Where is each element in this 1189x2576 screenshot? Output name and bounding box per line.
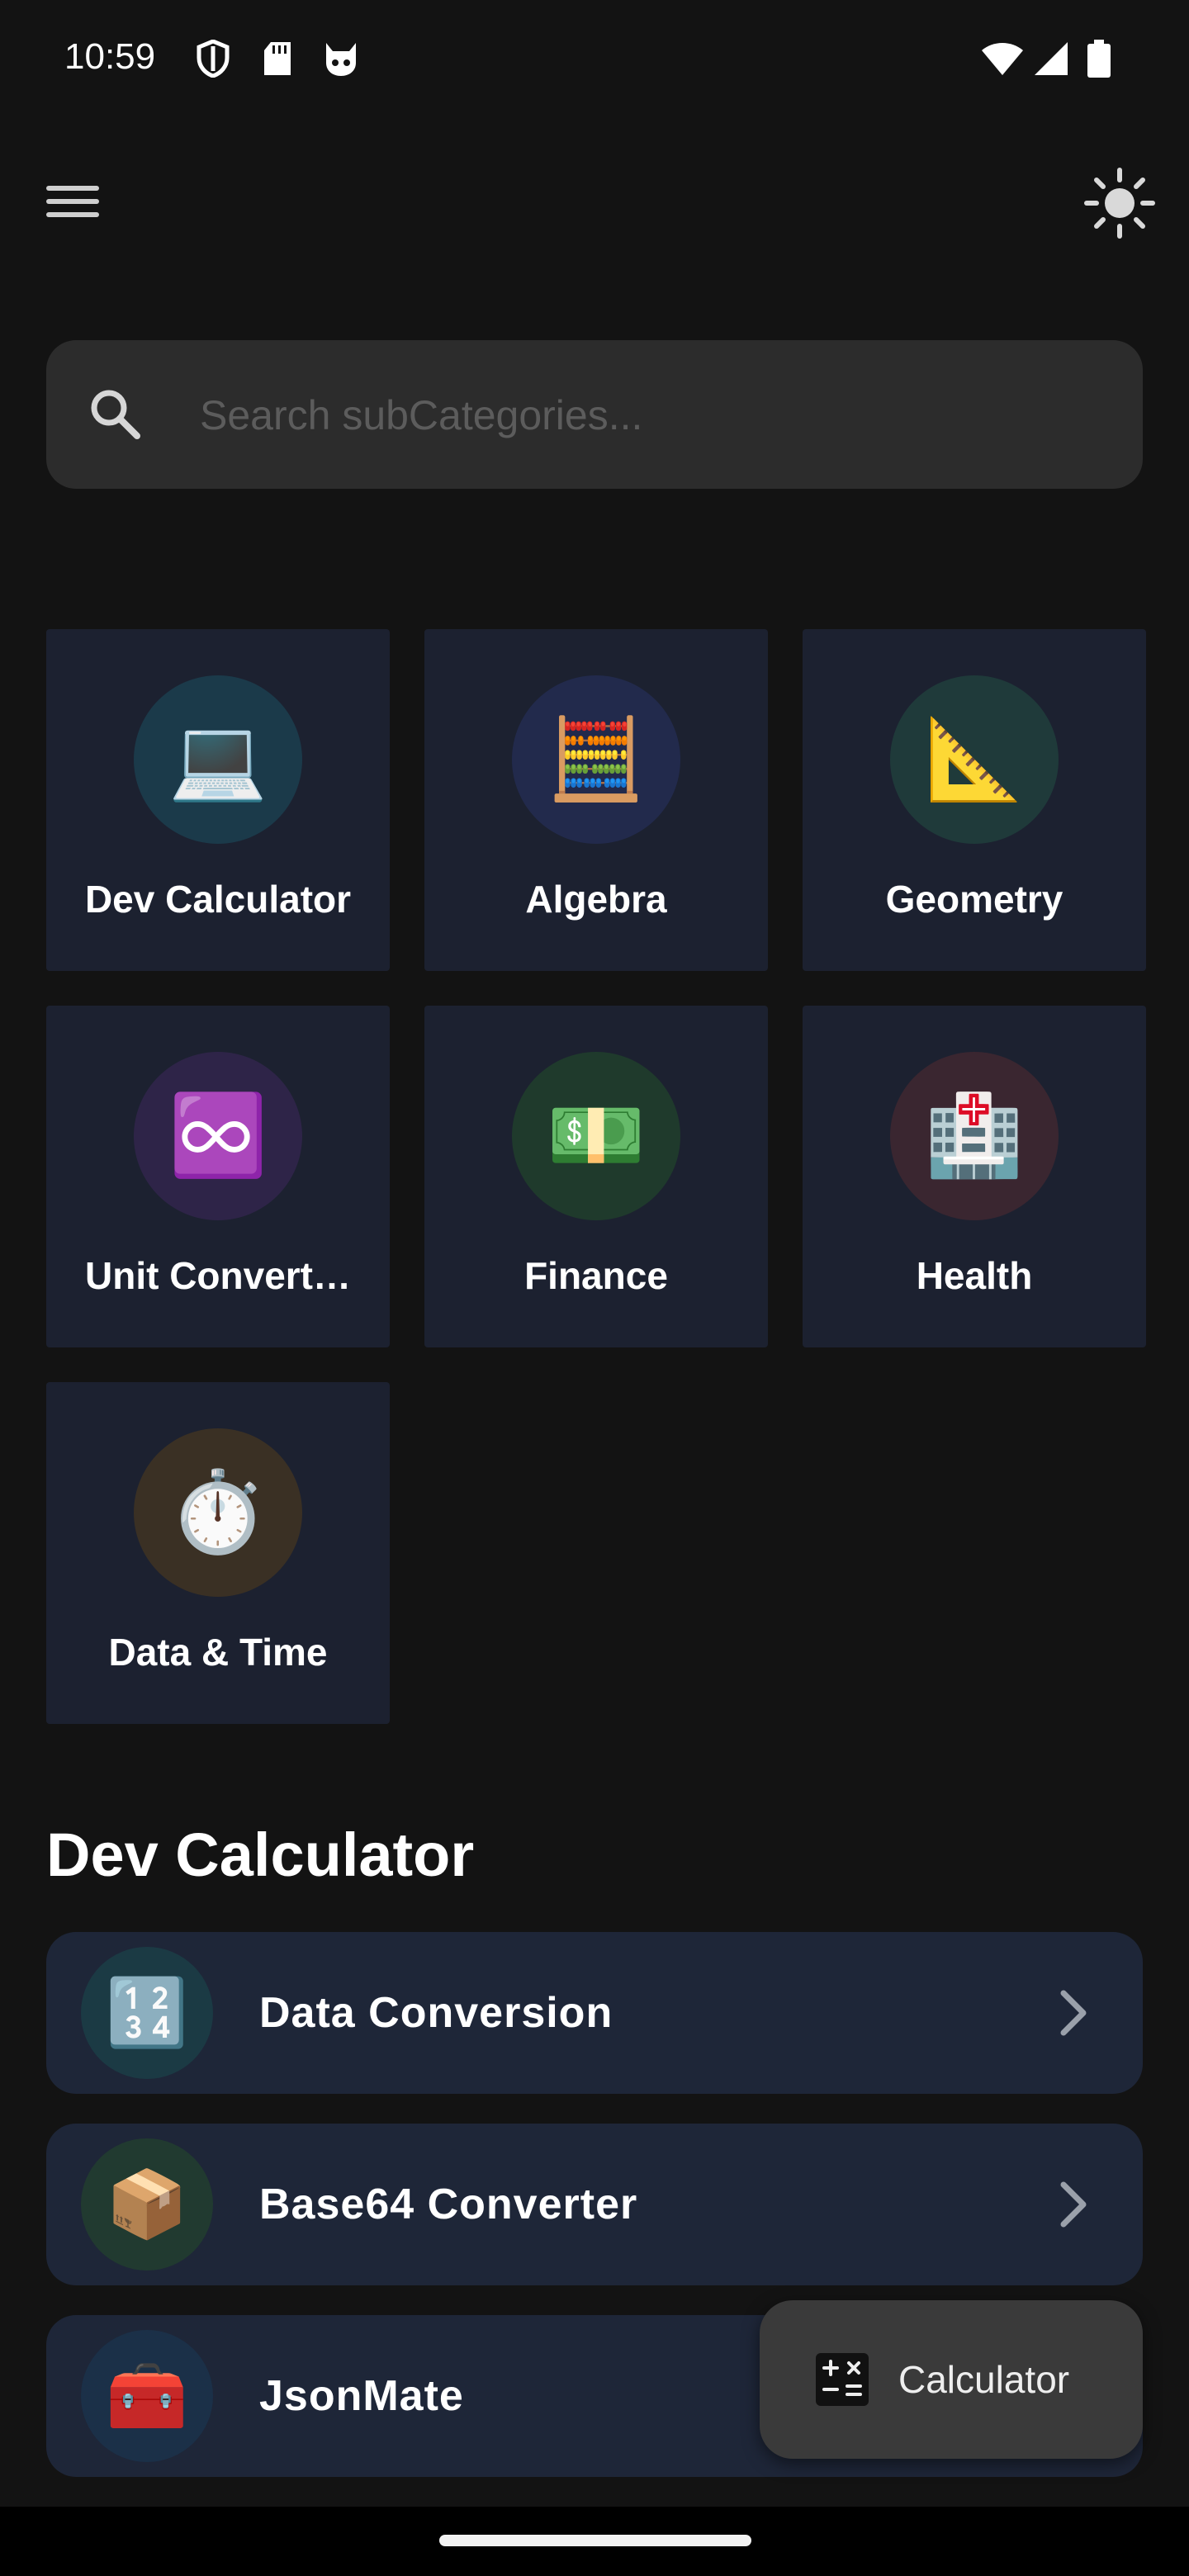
category-tile-finance[interactable]: 💵 Finance	[424, 1006, 768, 1347]
signal-icon	[1032, 40, 1070, 78]
category-label: Dev Calculator	[84, 878, 352, 921]
numbers-icon: 🔢	[81, 1947, 213, 2079]
status-time: 10:59	[64, 36, 156, 77]
category-label: Data & Time	[108, 1631, 328, 1674]
chevron-right-icon	[1060, 1990, 1087, 2036]
list-item-label: Data Conversion	[259, 1989, 613, 2037]
fab-label: Calculator	[898, 2358, 1070, 2401]
search-input[interactable]	[198, 378, 1110, 452]
list-item-label: JsonMate	[259, 2372, 464, 2420]
infinity-icon: ♾️	[134, 1052, 302, 1220]
cat-face-icon	[320, 40, 362, 78]
category-tile-dev-calculator[interactable]: 💻 Dev Calculator	[46, 629, 390, 971]
category-tile-data-time[interactable]: ⏱️ Data & Time	[46, 1382, 390, 1724]
shield-icon	[195, 40, 231, 78]
category-tile-geometry[interactable]: 📐 Geometry	[803, 629, 1146, 971]
category-tile-algebra[interactable]: 🧮 Algebra	[424, 629, 768, 971]
wifi-icon	[979, 40, 1026, 78]
laptop-icon: 💻	[134, 675, 302, 844]
category-label: Health	[916, 1254, 1033, 1297]
search-icon	[86, 385, 145, 444]
category-label: Algebra	[525, 878, 667, 921]
toolbox-icon: 🧰	[81, 2330, 213, 2462]
calculator-icon	[816, 2353, 869, 2406]
calculator-fab[interactable]: Calculator	[760, 2300, 1143, 2459]
sun-icon[interactable]	[1082, 165, 1158, 241]
category-tile-unit-converter[interactable]: ♾️ Unit Convert…	[46, 1006, 390, 1347]
sd-card-icon	[261, 40, 294, 78]
money-icon: 💵	[512, 1052, 680, 1220]
triangle-ruler-icon: 📐	[890, 675, 1059, 844]
category-tile-health[interactable]: 🏥 Health	[803, 1006, 1146, 1347]
abacus-icon: 🧮	[512, 675, 680, 844]
category-label: Unit Convert…	[85, 1254, 351, 1297]
timer-icon: ⏱️	[134, 1428, 302, 1597]
list-item-label: Base64 Converter	[259, 2181, 638, 2228]
hospital-icon: 🏥	[890, 1052, 1059, 1220]
list-item-base64-converter[interactable]: 📦 Base64 Converter	[46, 2124, 1143, 2285]
list-item-data-conversion[interactable]: 🔢 Data Conversion	[46, 1932, 1143, 2094]
battery-icon	[1087, 40, 1111, 78]
menu-icon[interactable]	[46, 172, 112, 231]
category-label: Finance	[524, 1254, 668, 1297]
home-gesture-handle[interactable]	[439, 2535, 751, 2546]
section-title: Dev Calculator	[46, 1821, 475, 1889]
chevron-right-icon	[1060, 2181, 1087, 2228]
package-icon: 📦	[81, 2138, 213, 2271]
category-label: Geometry	[885, 878, 1063, 921]
